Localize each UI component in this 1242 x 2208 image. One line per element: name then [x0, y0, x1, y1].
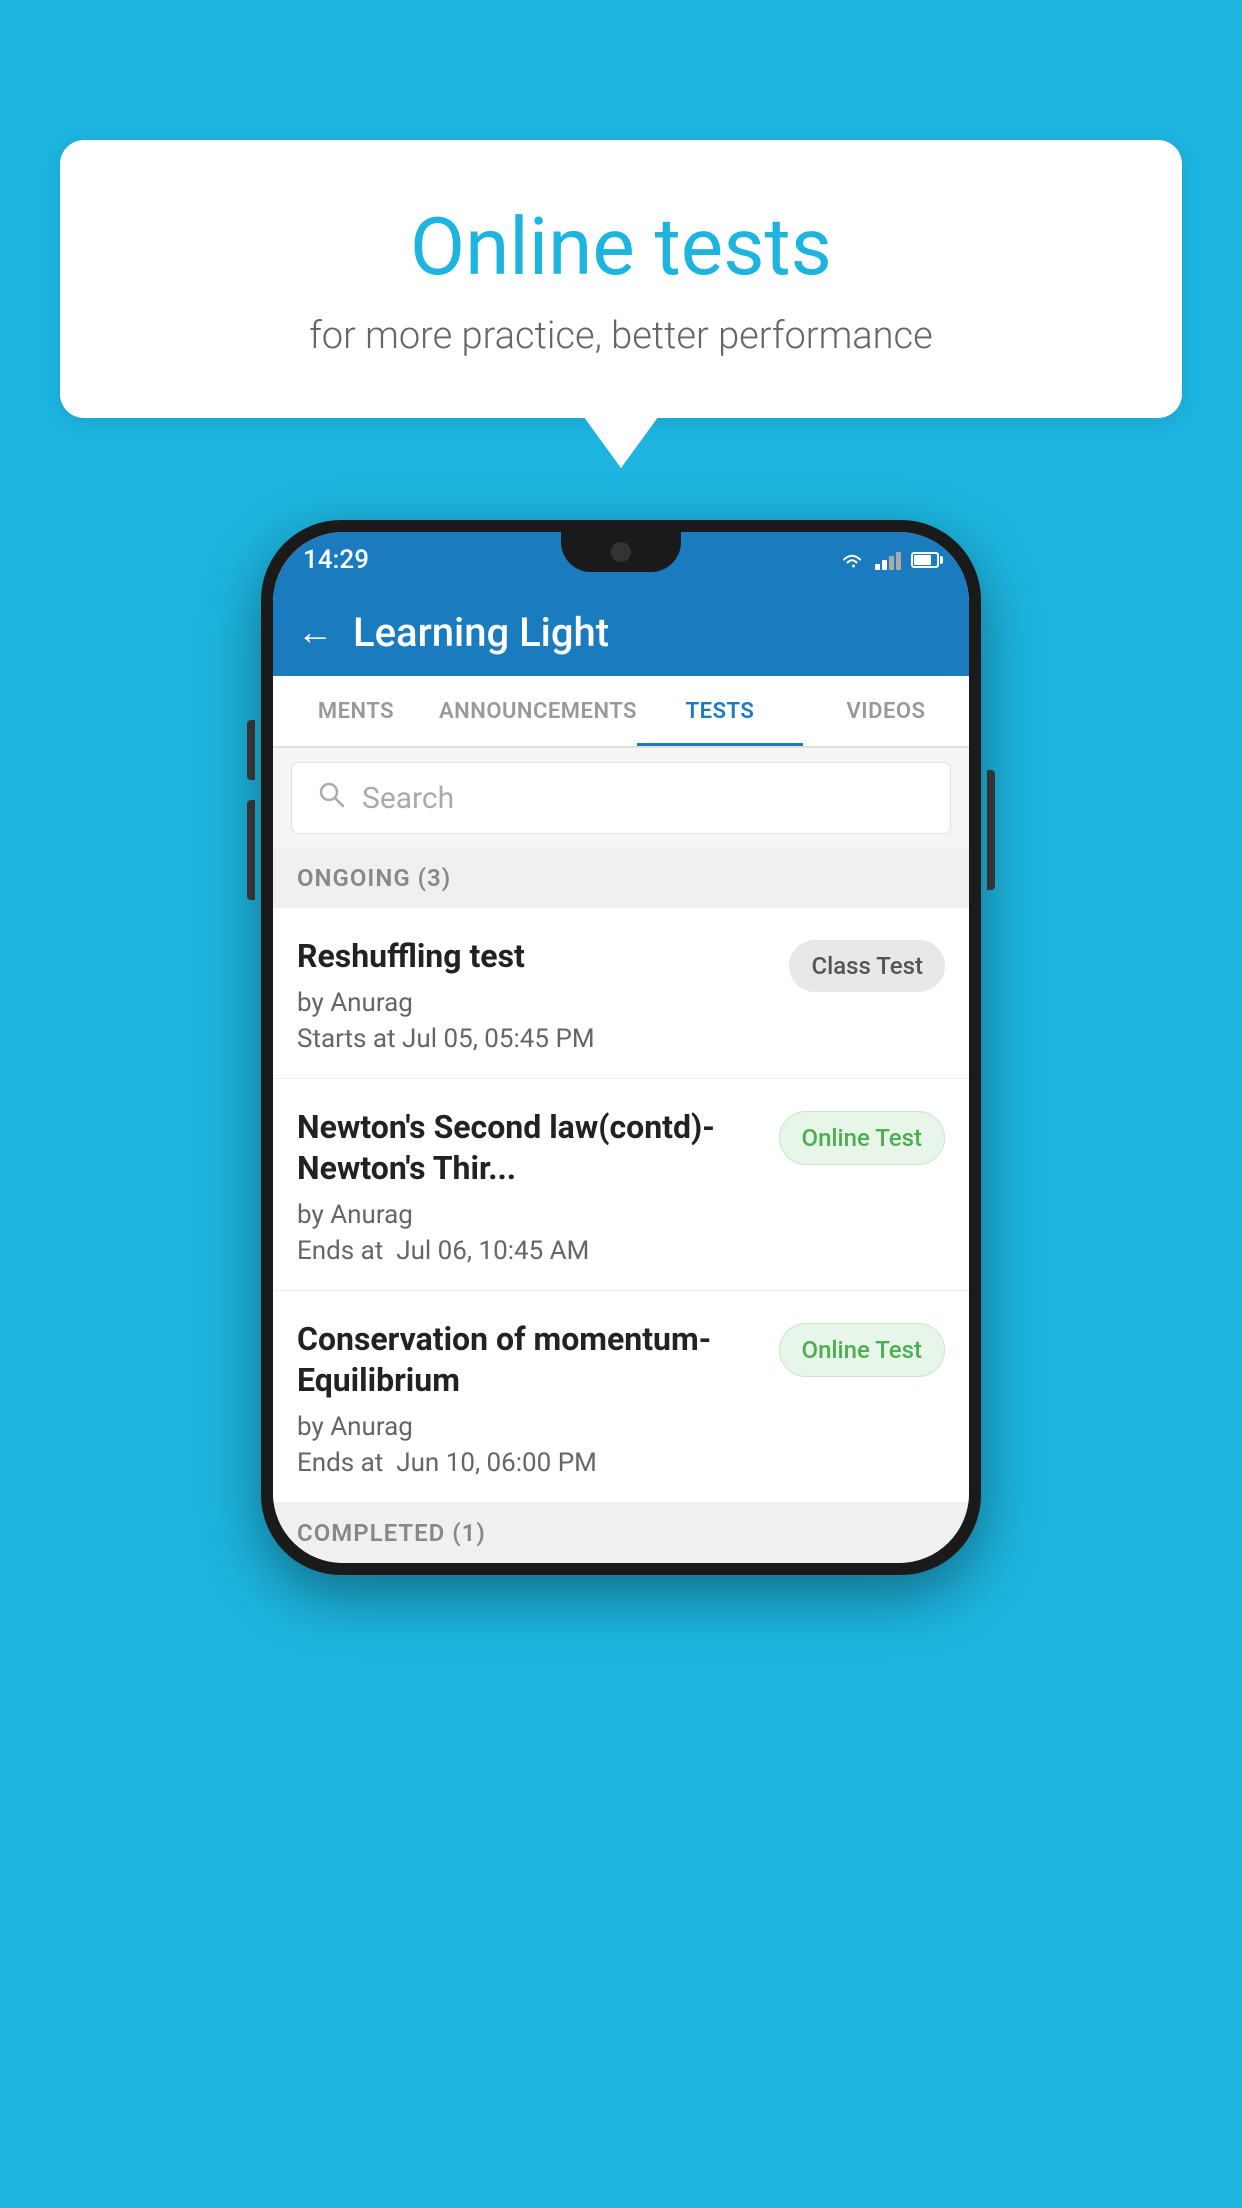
tab-announcements[interactable]: ANNOUNCEMENTS — [439, 676, 637, 746]
back-button[interactable]: ← — [297, 611, 333, 653]
test-name: Reshuffling test — [297, 936, 773, 978]
test-time: Ends at Jun 10, 06:00 PM — [297, 1448, 763, 1478]
search-container: Search — [273, 748, 969, 848]
test-time: Starts at Jul 05, 05:45 PM — [297, 1024, 773, 1054]
test-name: Newton's Second law(contd)-Newton's Thir… — [297, 1107, 763, 1190]
ongoing-section-header: ONGOING (3) — [273, 848, 969, 908]
test-by: by Anurag — [297, 988, 773, 1018]
search-placeholder: Search — [362, 781, 454, 816]
bubble-title: Online tests — [140, 200, 1102, 294]
bubble-subtitle: for more practice, better performance — [140, 314, 1102, 358]
test-info: Conservation of momentum-Equilibrium by … — [297, 1319, 779, 1478]
test-name: Conservation of momentum-Equilibrium — [297, 1319, 763, 1402]
front-camera — [611, 542, 631, 562]
completed-section-header: COMPLETED (1) — [273, 1503, 969, 1563]
speech-bubble: Online tests for more practice, better p… — [60, 140, 1182, 418]
phone-screen: 14:29 — [273, 532, 969, 1563]
speech-bubble-section: Online tests for more practice, better p… — [60, 140, 1182, 418]
phone-wrapper: 14:29 — [261, 520, 981, 1575]
notch — [561, 532, 681, 572]
search-bar[interactable]: Search — [291, 762, 951, 834]
volume-down-button — [247, 800, 255, 900]
test-item[interactable]: Reshuffling test by Anurag Starts at Jul… — [273, 908, 969, 1079]
status-bar: 14:29 — [273, 532, 969, 588]
wifi-icon — [839, 550, 865, 570]
tab-videos[interactable]: VIDEOS — [803, 676, 969, 746]
test-time: Ends at Jul 06, 10:45 AM — [297, 1236, 763, 1266]
battery-icon — [911, 552, 939, 568]
test-badge-online: Online Test — [779, 1323, 945, 1377]
app-title: Learning Light — [353, 609, 609, 656]
search-icon — [316, 779, 346, 817]
status-icons — [839, 550, 939, 570]
signal-icon — [875, 550, 901, 570]
phone-frame: 14:29 — [261, 520, 981, 1575]
test-item[interactable]: Newton's Second law(contd)-Newton's Thir… — [273, 1079, 969, 1291]
test-info: Newton's Second law(contd)-Newton's Thir… — [297, 1107, 779, 1266]
test-list: Reshuffling test by Anurag Starts at Jul… — [273, 908, 969, 1503]
power-button — [987, 770, 995, 890]
test-info: Reshuffling test by Anurag Starts at Jul… — [297, 936, 789, 1054]
test-item[interactable]: Conservation of momentum-Equilibrium by … — [273, 1291, 969, 1503]
test-by: by Anurag — [297, 1200, 763, 1230]
tab-tests[interactable]: TESTS — [637, 676, 803, 746]
test-badge-class: Class Test — [789, 940, 945, 992]
tab-assignments[interactable]: MENTS — [273, 676, 439, 746]
test-badge-online: Online Test — [779, 1111, 945, 1165]
test-by: by Anurag — [297, 1412, 763, 1442]
status-time: 14:29 — [303, 545, 369, 575]
tabs-bar: MENTS ANNOUNCEMENTS TESTS VIDEOS — [273, 676, 969, 748]
volume-up-button — [247, 720, 255, 780]
app-header: ← Learning Light — [273, 588, 969, 676]
